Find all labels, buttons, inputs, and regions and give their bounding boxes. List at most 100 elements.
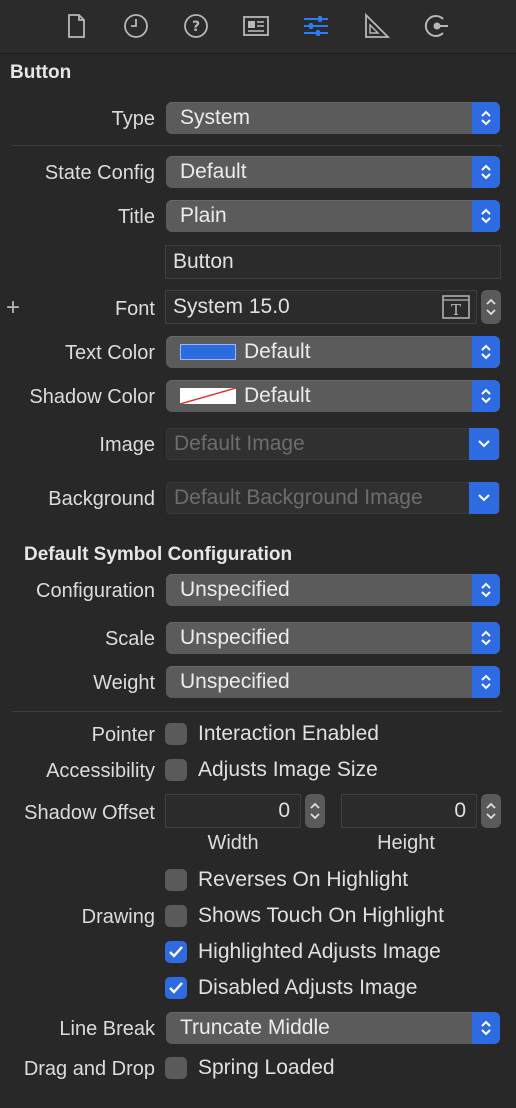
pointer-checkbox-row[interactable]: Interaction Enabled [165,720,379,748]
drawing-option-label: Reverses On Highlight [198,868,409,891]
chevron-up-down-icon [472,336,500,368]
highlighted-adjusts-image-checkbox[interactable] [165,941,187,963]
section-title-button: Button [10,62,72,83]
weight-value: Unspecified [180,670,290,693]
line-break-popup[interactable]: Truncate Middle [166,1012,500,1044]
divider [12,711,502,712]
line-break-value: Truncate Middle [180,1016,330,1039]
drag-drop-option-label: Spring Loaded [198,1056,335,1079]
title-text-field[interactable]: Button [165,245,501,279]
shadow-offset-label: Shadow Offset [24,802,155,824]
height-sublabel: Height [377,832,435,854]
chevron-up-down-icon [472,380,500,412]
accessibility-checkbox[interactable] [165,759,187,781]
pointer-checkbox[interactable] [165,723,187,745]
checkmark-icon [169,946,183,958]
type-value: System [180,106,251,129]
state-config-label: State Config [44,162,155,184]
drawing-option-row[interactable]: Reverses On Highlight [165,866,408,894]
title-value: Plain [180,204,227,227]
drawing-option-row[interactable]: Disabled Adjusts Image [165,974,417,1002]
font-picker-icon[interactable]: T [441,294,471,320]
chevron-up-down-icon [472,666,500,698]
text-color-label: Text Color [64,342,155,364]
drawing-option-row[interactable]: Shows Touch On Highlight [165,902,444,930]
state-config-value: Default [180,160,247,183]
chevron-up-down-icon [472,200,500,232]
inspector-toolbar: ? [0,0,516,54]
text-color-swatch [180,344,236,360]
add-font-variation-button[interactable]: + [6,294,20,322]
font-label: Font [114,298,155,320]
svg-text:?: ? [192,19,200,35]
pointer-option-label: Interaction Enabled [198,722,379,745]
pointer-label: Pointer [91,724,155,746]
font-value: System 15.0 [173,295,290,318]
drag-drop-label: Drag and Drop [23,1058,155,1080]
file-icon[interactable] [60,10,92,42]
background-combo[interactable]: Default Background Image [166,482,500,514]
chevron-up-down-icon [472,102,500,134]
font-field[interactable]: System 15.0 [165,290,477,324]
weight-popup[interactable]: Unspecified [166,666,500,698]
scale-label: Scale [104,628,155,650]
type-label: Type [111,108,155,130]
shadow-offset-height-field[interactable]: 0 [341,794,477,828]
attributes-icon[interactable] [300,10,332,42]
background-placeholder: Default Background Image [174,486,423,509]
size-icon[interactable] [360,10,392,42]
clock-icon[interactable] [120,10,152,42]
image-label: Image [99,434,155,456]
type-popup[interactable]: System [166,102,500,134]
font-size-stepper[interactable] [481,290,501,324]
drawing-option-label: Disabled Adjusts Image [198,976,418,999]
chevron-up-down-icon [472,574,500,606]
drawing-option-label: Highlighted Adjusts Image [198,940,441,963]
image-combo[interactable]: Default Image [166,428,500,460]
title-popup[interactable]: Plain [166,200,500,232]
text-color-popup[interactable]: Default [166,336,500,368]
text-color-value: Default [244,340,311,363]
scale-value: Unspecified [180,626,290,649]
scale-popup[interactable]: Unspecified [166,622,500,654]
shadow-offset-width-field[interactable]: 0 [165,794,301,828]
help-icon[interactable]: ? [180,10,212,42]
shadow-offset-width-stepper[interactable] [305,794,325,828]
width-sublabel: Width [207,832,259,854]
chevron-up-down-icon [472,1012,500,1044]
svg-text:T: T [451,301,461,319]
state-config-popup[interactable]: Default [166,156,500,188]
shows-touch-on-highlight-checkbox[interactable] [165,905,187,927]
configuration-label: Configuration [36,580,155,602]
drawing-label: Drawing [81,906,155,928]
line-break-label: Line Break [59,1018,155,1040]
chevron-up-down-icon [472,622,500,654]
spring-loaded-checkbox[interactable] [165,1057,187,1079]
reverses-on-highlight-checkbox[interactable] [165,869,187,891]
chevron-down-icon[interactable] [469,428,499,460]
accessibility-checkbox-row[interactable]: Adjusts Image Size [165,756,378,784]
accessibility-option-label: Adjusts Image Size [198,758,378,781]
shadow-color-popup[interactable]: Default [166,380,500,412]
checkmark-icon [169,982,183,994]
background-label: Background [48,488,155,510]
accessibility-label: Accessibility [46,760,155,782]
drawing-option-label: Shows Touch On Highlight [198,904,444,927]
configuration-value: Unspecified [180,578,290,601]
weight-label: Weight [93,672,155,694]
identity-icon[interactable] [240,10,272,42]
chevron-up-down-icon [472,156,500,188]
shadow-color-value: Default [244,384,311,407]
connections-icon[interactable] [420,10,452,42]
shadow-color-swatch [180,388,236,404]
drawing-option-row[interactable]: Highlighted Adjusts Image [165,938,441,966]
section-title-symbol-configuration: Default Symbol Configuration [24,544,293,565]
chevron-down-icon[interactable] [469,482,499,514]
drag-drop-checkbox-row[interactable]: Spring Loaded [165,1054,335,1082]
title-label: Title [117,206,155,228]
disabled-adjusts-image-checkbox[interactable] [165,977,187,999]
shadow-offset-height-stepper[interactable] [481,794,501,828]
divider [12,145,502,146]
shadow-color-label: Shadow Color [29,386,155,408]
configuration-popup[interactable]: Unspecified [166,574,500,606]
